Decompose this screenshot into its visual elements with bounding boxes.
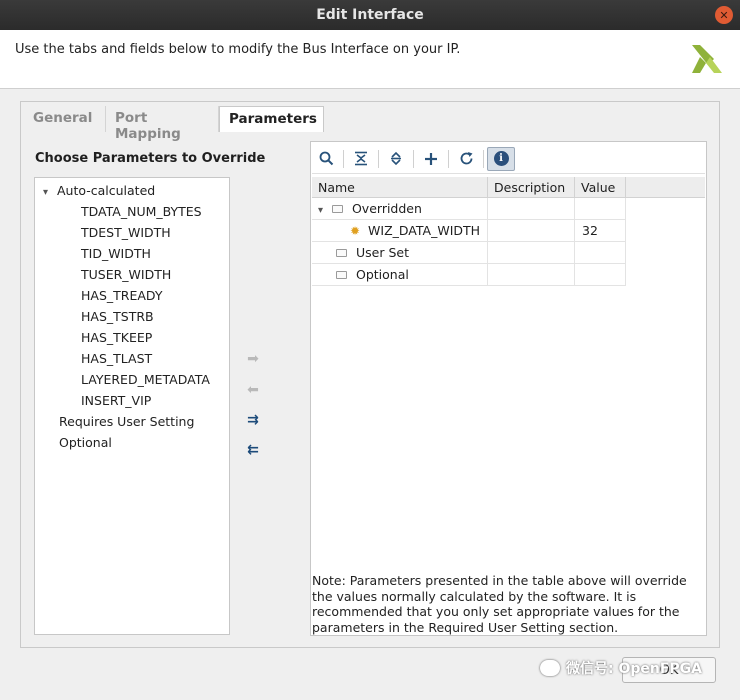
tree-group-requires-user-setting[interactable]: Requires User Setting xyxy=(59,414,194,429)
parameter-tree: ▾ Auto-calculated TDATA_NUM_BYTES TDEST_… xyxy=(34,177,230,635)
toolbar-separator xyxy=(343,149,344,168)
row-description xyxy=(488,264,575,286)
gear-icon: ✹ xyxy=(350,224,361,238)
table-header: Name Description Value xyxy=(312,177,705,198)
table-row[interactable]: ▾ Overridden xyxy=(312,198,626,220)
window-titlebar: Edit Interface ✕ xyxy=(0,0,740,30)
vendor-logo-icon xyxy=(690,43,724,78)
tree-item[interactable]: HAS_TLAST xyxy=(81,351,152,366)
toolbar-separator xyxy=(448,149,449,168)
toolbar-separator xyxy=(483,149,484,168)
window-title: Edit Interface xyxy=(316,7,424,23)
folder-icon xyxy=(336,271,347,279)
close-button[interactable]: ✕ xyxy=(715,6,733,24)
watermark-text: 微信号: OpenFPGA xyxy=(566,661,703,677)
wechat-icon xyxy=(540,660,560,676)
tree-group-auto-calculated[interactable]: ▾ Auto-calculated xyxy=(43,183,155,198)
move-all-right-icon[interactable]: ⇉ xyxy=(244,413,262,427)
row-description xyxy=(488,242,575,264)
override-note: Note: Parameters presented in the table … xyxy=(312,573,687,635)
tree-item[interactable]: TUSER_WIDTH xyxy=(81,267,171,282)
tab-general[interactable]: General xyxy=(24,106,106,132)
row-name: WIZ_DATA_WIDTH xyxy=(368,223,481,238)
tree-group-optional[interactable]: Optional xyxy=(59,435,112,450)
move-all-left-icon[interactable]: ⇇ xyxy=(244,443,262,457)
row-description[interactable] xyxy=(488,220,575,242)
move-right-icon[interactable]: ➡ xyxy=(244,352,262,366)
collapse-all-icon[interactable] xyxy=(347,147,375,171)
left-panel-title: Choose Parameters to Override xyxy=(35,151,266,166)
expand-all-icon[interactable] xyxy=(382,147,410,171)
folder-icon xyxy=(336,249,347,257)
watermark: 微信号: OpenFPGA xyxy=(540,655,702,681)
row-value xyxy=(575,264,626,286)
row-name: Optional xyxy=(355,267,409,282)
tree-item[interactable]: TID_WIDTH xyxy=(81,246,151,261)
header-description: Use the tabs and fields below to modify … xyxy=(15,42,461,57)
tree-item[interactable]: LAYERED_METADATA xyxy=(81,372,210,387)
toolbar-separator xyxy=(413,149,414,168)
tree-item[interactable]: INSERT_VIP xyxy=(81,393,151,408)
add-icon[interactable] xyxy=(417,147,445,171)
table-row[interactable]: Optional xyxy=(312,264,626,286)
column-header-description[interactable]: Description xyxy=(488,177,575,198)
table-row[interactable]: ✹ WIZ_DATA_WIDTH 32 xyxy=(312,220,626,242)
table-row[interactable]: User Set xyxy=(312,242,626,264)
tab-port-mapping[interactable]: Port Mapping xyxy=(106,106,219,142)
tab-parameters[interactable]: Parameters xyxy=(219,106,324,132)
row-value[interactable]: 32 xyxy=(575,220,626,242)
info-icon: i xyxy=(493,151,509,166)
chevron-down-icon[interactable]: ▾ xyxy=(318,200,328,222)
tree-item[interactable]: HAS_TREADY xyxy=(81,288,162,303)
row-value xyxy=(575,198,626,220)
tab-bar: General Port Mapping Parameters xyxy=(24,106,324,142)
tree-item[interactable]: TDEST_WIDTH xyxy=(81,225,171,240)
row-name: Overridden xyxy=(351,201,422,216)
refresh-icon[interactable] xyxy=(452,147,480,171)
column-header-name[interactable]: Name xyxy=(312,177,488,198)
row-name: User Set xyxy=(355,245,409,260)
column-header-value[interactable]: Value xyxy=(575,177,626,198)
tree-item[interactable]: HAS_TSTRB xyxy=(81,309,154,324)
folder-icon xyxy=(331,205,343,213)
row-description xyxy=(488,198,575,220)
table-toolbar: i xyxy=(312,144,705,174)
move-left-icon[interactable]: ⬅ xyxy=(244,383,262,397)
tree-item[interactable]: HAS_TKEEP xyxy=(81,330,152,345)
info-toggle-button[interactable]: i xyxy=(487,146,515,171)
dialog-header: Use the tabs and fields below to modify … xyxy=(0,30,740,89)
search-icon[interactable] xyxy=(312,147,340,171)
row-value xyxy=(575,242,626,264)
toolbar-separator xyxy=(378,149,379,168)
tree-item[interactable]: TDATA_NUM_BYTES xyxy=(81,204,202,219)
chevron-down-icon[interactable]: ▾ xyxy=(43,187,53,198)
